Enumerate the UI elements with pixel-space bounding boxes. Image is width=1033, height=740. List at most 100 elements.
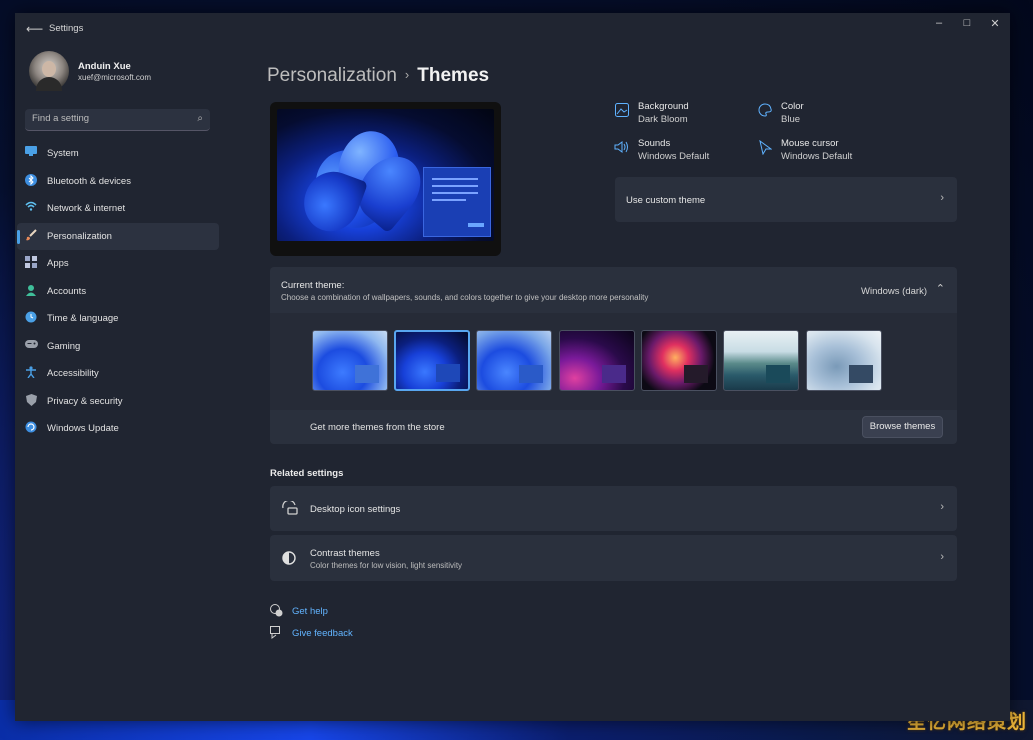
- sidebar-item-label: Bluetooth & devices: [47, 175, 131, 187]
- sidebar-item-label: Privacy & security: [47, 395, 123, 407]
- contrast-themes-label: Contrast themes: [310, 548, 380, 559]
- search-icon[interactable]: ⌕: [197, 113, 203, 124]
- sidebar-item-label: System: [47, 148, 79, 159]
- sounds-setting[interactable]: Sounds Windows Default: [614, 138, 734, 166]
- sidebar-item-label: Time & language: [47, 313, 119, 324]
- palette-icon: [757, 103, 773, 119]
- desktop-icon-settings-label: Desktop icon settings: [310, 504, 401, 515]
- app-title: Settings: [49, 23, 84, 34]
- get-help-link[interactable]: Get help: [292, 606, 328, 617]
- mouse-cursor-setting[interactable]: Mouse cursor Windows Default: [757, 138, 887, 166]
- background-setting[interactable]: Background Dark Bloom: [614, 101, 734, 129]
- preview-dialog: [423, 167, 491, 237]
- background-value: Dark Bloom: [638, 114, 688, 125]
- color-setting[interactable]: Color Blue: [757, 101, 877, 129]
- sidebar-item-apps[interactable]: Apps: [17, 250, 219, 278]
- sidebar-nav: System Bluetooth & devices Network & int…: [17, 140, 219, 443]
- sounds-value: Windows Default: [638, 151, 710, 162]
- gamepad-icon: [24, 339, 38, 353]
- maximize-button[interactable]: □: [957, 17, 977, 29]
- chevron-right-icon: ›: [940, 551, 944, 563]
- current-theme-title: Current theme:: [281, 280, 345, 291]
- cursor-icon: [757, 139, 773, 156]
- theme-thumbnail-captured-motion[interactable]: [559, 330, 635, 391]
- bluetooth-icon: [24, 173, 38, 188]
- sidebar-item-label: Accessibility: [47, 368, 99, 379]
- speaker-icon: [614, 140, 630, 156]
- globe-clock-icon: [24, 311, 38, 325]
- use-custom-theme-card[interactable]: Use custom theme ›: [615, 177, 957, 222]
- color-value: Blue: [781, 114, 801, 125]
- page-title: Themes: [417, 65, 490, 86]
- desktop-icon: [282, 499, 298, 518]
- update-icon: [24, 421, 38, 435]
- search-box[interactable]: ⌕: [25, 109, 210, 131]
- cursor-title: Mouse cursor: [781, 138, 839, 149]
- monitor-icon: [24, 146, 38, 160]
- back-arrow-icon[interactable]: ⟵: [26, 22, 43, 36]
- settings-window: ⟵ Settings – □ ✕ Anduin Xue xuef@microso…: [15, 13, 1010, 721]
- wifi-icon: [24, 201, 38, 215]
- sidebar-item-label: Windows Update: [47, 423, 119, 434]
- browse-themes-button[interactable]: Browse themes: [862, 416, 943, 438]
- breadcrumb: Personalization › Themes: [267, 65, 489, 87]
- contrast-themes-sub: Color themes for low vision, light sensi…: [310, 561, 463, 570]
- theme-thumbnail-windows-dark[interactable]: [394, 330, 470, 391]
- search-input[interactable]: [32, 113, 182, 124]
- user-name: Anduin Xue: [78, 61, 131, 72]
- chevron-up-icon: ⌃: [935, 283, 945, 295]
- sidebar-item-gaming[interactable]: Gaming: [17, 333, 219, 361]
- sidebar-item-label: Network & internet: [47, 203, 126, 214]
- current-theme-description: Choose a combination of wallpapers, soun…: [281, 293, 649, 302]
- sidebar-item-privacy-security[interactable]: Privacy & security: [17, 388, 219, 416]
- sidebar-item-label: Accounts: [47, 285, 87, 297]
- theme-preview: [270, 102, 501, 256]
- current-theme-header[interactable]: Current theme: Choose a combination of w…: [270, 267, 957, 313]
- theme-thumbnail-windows-light[interactable]: [312, 330, 388, 391]
- sidebar-item-label: Apps: [47, 258, 69, 269]
- theme-thumbnail-glow-light[interactable]: [806, 330, 882, 391]
- sidebar-item-time-language[interactable]: Time & language: [17, 305, 219, 333]
- accessibility-icon: [24, 366, 38, 380]
- close-button[interactable]: ✕: [985, 17, 1005, 30]
- sidebar-item-accounts[interactable]: Accounts: [17, 278, 219, 306]
- background-title: Background: [638, 101, 689, 112]
- desktop-icon-settings-card[interactable]: Desktop icon settings ›: [270, 486, 957, 531]
- minimize-button[interactable]: –: [929, 17, 949, 29]
- person-icon: [24, 284, 38, 298]
- shield-icon: [24, 393, 38, 408]
- user-email: xuef@microsoft.com: [78, 73, 152, 82]
- sidebar-item-system[interactable]: System: [17, 140, 219, 168]
- help-icon: [270, 604, 283, 620]
- breadcrumb-separator-icon: ›: [404, 67, 410, 82]
- brush-icon: [24, 228, 38, 243]
- feedback-icon: [270, 626, 283, 642]
- sidebar-item-windows-update[interactable]: Windows Update: [17, 415, 219, 443]
- theme-thumbnail-glow[interactable]: [476, 330, 552, 391]
- sidebar-item-personalization[interactable]: Personalization: [17, 222, 219, 250]
- image-icon: [614, 103, 630, 119]
- avatar-shoulders: [36, 77, 62, 91]
- theme-thumbnail-flow[interactable]: [641, 330, 717, 391]
- avatar-face: [42, 61, 56, 77]
- sidebar-item-accessibility[interactable]: Accessibility: [17, 360, 219, 388]
- give-feedback-link[interactable]: Give feedback: [292, 628, 353, 639]
- apps-icon: [24, 256, 38, 270]
- theme-thumbnail-sunrise[interactable]: [723, 330, 799, 391]
- store-row: Get more themes from the store Browse th…: [270, 410, 957, 444]
- store-label: Get more themes from the store: [310, 422, 445, 433]
- related-settings-title: Related settings: [270, 468, 344, 479]
- chevron-right-icon: ›: [940, 501, 944, 513]
- sidebar-item-label: Personalization: [47, 230, 112, 242]
- chevron-right-icon: ›: [940, 192, 944, 204]
- sidebar-item-network[interactable]: Network & internet: [17, 195, 219, 223]
- color-title: Color: [781, 101, 804, 112]
- sidebar-item-label: Gaming: [47, 340, 81, 352]
- contrast-themes-card[interactable]: Contrast themes Color themes for low vis…: [270, 535, 957, 581]
- current-theme-value: Windows (dark): [861, 286, 927, 297]
- sidebar-item-bluetooth-devices[interactable]: Bluetooth & devices: [17, 168, 219, 196]
- title-bar: ⟵ Settings – □ ✕: [15, 13, 1010, 45]
- breadcrumb-parent[interactable]: Personalization: [267, 65, 397, 86]
- avatar[interactable]: [29, 51, 69, 91]
- preview-wallpaper: [277, 109, 494, 241]
